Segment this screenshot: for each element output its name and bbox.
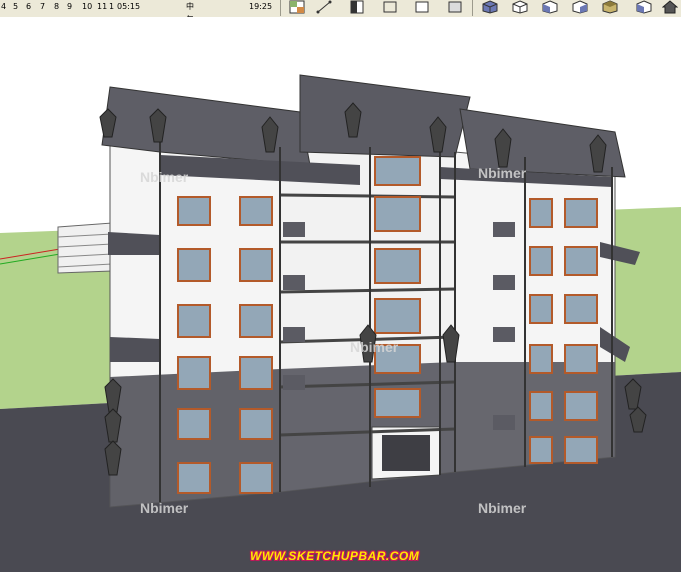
iso-cube-icon[interactable]	[480, 0, 500, 14]
back-cube-icon[interactable]	[600, 0, 620, 14]
ruler-tick: 11	[97, 2, 108, 11]
building-model	[0, 17, 681, 572]
ruler-tick: 10	[82, 2, 93, 11]
hidden-line-icon[interactable]	[412, 0, 432, 14]
house-icon[interactable]	[660, 0, 680, 14]
toolbar-separator	[280, 0, 281, 16]
left-cube-icon[interactable]	[634, 0, 654, 14]
watermark: Nbimer	[478, 500, 527, 516]
ruler-tick: 8	[54, 2, 60, 11]
top-cube-icon[interactable]	[510, 0, 530, 14]
toolbar: 4 5 6 7 8 9 10 11 1 05:15 中午 19:25	[0, 0, 681, 24]
watermark: Nbimer	[350, 339, 399, 355]
ruler-tick: 4	[1, 2, 7, 11]
ruler-tick: 9	[67, 2, 73, 11]
side-balcony	[57, 222, 113, 274]
watermark: Nbimer	[140, 500, 189, 516]
shaded-icon[interactable]	[445, 0, 465, 14]
watermark: Nbimer	[140, 169, 189, 185]
ruler-tick: 7	[40, 2, 46, 11]
time-value: 19:25	[249, 2, 273, 11]
site-url-watermark: WWW.SKETCHUPBAR.COM	[250, 549, 420, 563]
front-cube-icon[interactable]	[540, 0, 560, 14]
ruler-tick: 05:15	[117, 2, 141, 11]
watermark: Nbimer	[478, 165, 527, 181]
materials-icon[interactable]	[287, 0, 307, 14]
dimensions-icon[interactable]	[314, 0, 334, 14]
wireframe-icon[interactable]	[380, 0, 400, 14]
ruler-tick: 1	[109, 2, 115, 11]
xray-icon[interactable]	[347, 0, 367, 14]
model-viewport[interactable]: Nbimer Nbimer Nbimer Nbimer Nbimer	[0, 17, 681, 572]
ruler-tick: 5	[13, 2, 19, 11]
toolbar-separator	[472, 0, 473, 16]
right-cube-icon[interactable]	[570, 0, 590, 14]
ruler-tick: 6	[26, 2, 32, 11]
